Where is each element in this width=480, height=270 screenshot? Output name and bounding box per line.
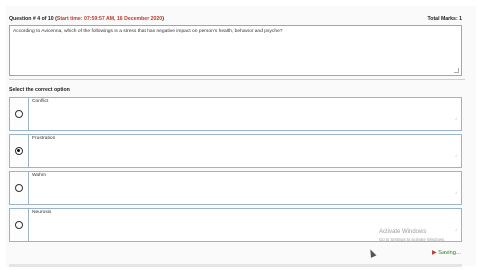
radio-button-neurosis[interactable] [15,221,23,229]
saving-status: ▶ Saving... [432,249,461,256]
watermark-subtitle: Go to Settings to activate Windows. [379,237,446,242]
option-wahm[interactable]: Wahm ⌟ [9,171,462,205]
resize-handle-icon: ⌟ [454,226,457,232]
radio-cell [10,209,29,241]
option-label: Conflict [32,99,49,104]
option-frustration[interactable]: Frustration ⌟ [9,134,462,168]
saving-text: Saving... [438,250,461,256]
question-text-box: According to Avicenna, which of the foll… [9,25,462,76]
option-label: Wahm [32,173,46,178]
resize-handle-icon: ⌟ [454,189,457,195]
divider [9,79,465,80]
option-label: Frustration [32,136,56,141]
radio-cell [10,98,29,130]
option-label: Neurosis [32,210,52,215]
select-option-label: Select the correct option [9,87,70,93]
resize-handle-icon[interactable] [454,68,459,73]
activate-windows-watermark: Activate Windows Go to Settings to activ… [379,229,445,243]
resize-handle-icon: ⌟ [454,115,457,121]
radio-button-frustration[interactable] [15,147,23,155]
radio-button-wahm[interactable] [15,184,23,192]
radio-button-conflict[interactable] [15,110,23,118]
radio-cell [10,135,29,167]
question-number: Question # 4 of 10 ( [9,16,57,22]
start-time: Start time: 07:59:57 AM, 16 December 202… [56,16,163,22]
play-arrow-icon: ▶ [432,250,437,256]
option-conflict[interactable]: Conflict ⌟ [9,97,462,131]
question-text: According to Avicenna, which of the foll… [13,29,283,34]
horizontal-scrollbar[interactable] [9,264,462,267]
resize-handle-icon: ⌟ [454,152,457,158]
radio-cell [10,172,29,204]
total-marks: Total Marks: 1 [427,16,463,22]
close-paren: ) [162,16,164,22]
watermark-title: Activate Windows [379,229,427,235]
